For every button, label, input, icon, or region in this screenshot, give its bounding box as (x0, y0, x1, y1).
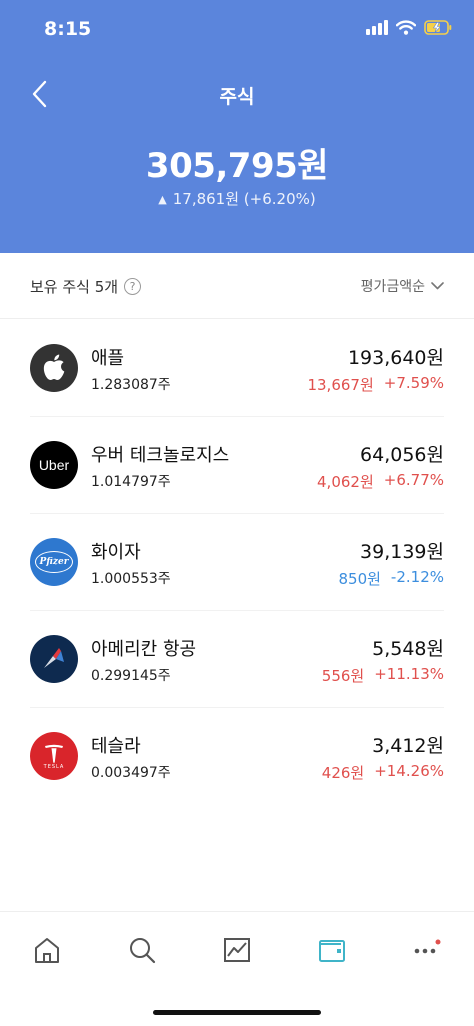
stock-name: 테슬라 (91, 736, 141, 757)
home-indicator (153, 1010, 321, 1015)
sort-dropdown[interactable]: 평가금액순 (361, 276, 444, 296)
uber-logo: Uber (30, 441, 78, 489)
stock-delta: 4,062원 +6.77% (317, 471, 444, 492)
tesla-logo-text: TESLA (43, 763, 65, 770)
stock-gain: 4,062원 (317, 473, 374, 491)
stock-value: 39,139원 (360, 541, 444, 563)
stock-row-uber[interactable]: Uber 우버 테크놀로지스 1.014797주 64,056원 4,062원 … (0, 417, 474, 514)
holdings-count-label: 보유 주식 5개 (30, 278, 119, 296)
more-icon (414, 939, 441, 954)
stock-rate: +14.26% (374, 762, 444, 780)
home-icon (35, 938, 59, 963)
holdings-bar: 보유 주식 5개 ? 평가금액순 (0, 253, 474, 319)
tab-bar (0, 911, 474, 987)
stock-shares: 0.003497주 (91, 765, 171, 781)
up-triangle-icon: ▲ (158, 193, 167, 206)
american-airlines-logo (30, 635, 78, 683)
stock-delta: 850원 -2.12% (338, 568, 444, 589)
stock-value: 193,640원 (347, 347, 444, 369)
battery-icon (424, 19, 452, 35)
stock-gain: 426원 (321, 764, 365, 782)
signal-icon (366, 19, 388, 35)
search-icon (130, 938, 156, 964)
stock-value: 5,548원 (372, 638, 444, 660)
notification-badge (435, 939, 441, 945)
stock-gain: 850원 (338, 570, 381, 588)
stock-delta: 556원 +11.13% (322, 665, 444, 686)
stock-row-tesla[interactable]: TESLA 테슬라 0.003497주 3,412원 426원 +14.26% (0, 708, 474, 805)
tab-search[interactable] (122, 932, 162, 968)
stock-row-apple[interactable]: 애플 1.283087주 193,640원 13,667원 +7.59% (0, 320, 474, 417)
stock-rate: +6.77% (383, 471, 444, 489)
stock-name: 아메리칸 항공 (91, 639, 197, 660)
tab-more[interactable] (407, 932, 447, 968)
stock-delta: 426원 +14.26% (322, 762, 444, 783)
tesla-logo: TESLA (30, 732, 78, 780)
chart-icon (224, 938, 250, 962)
stock-rate: +7.59% (383, 374, 444, 392)
wallet-icon (319, 940, 345, 962)
page-title: 주식 (219, 86, 255, 108)
stock-rate: -2.12% (390, 568, 444, 586)
pfizer-logo: Pfizer (30, 538, 78, 586)
stock-name: 화이자 (91, 542, 141, 563)
sort-label: 평가금액순 (360, 279, 425, 295)
pfizer-logo-text: Pfizer (39, 557, 69, 567)
wifi-icon (396, 19, 416, 35)
portfolio-total: 305,795원 (145, 146, 329, 186)
stock-rate: +11.13% (374, 665, 444, 683)
help-icon[interactable]: ? (124, 278, 142, 295)
stock-list: 애플 1.283087주 193,640원 13,667원 +7.59% Ube… (0, 320, 474, 805)
stock-name: 우버 테크놀로지스 (91, 445, 230, 466)
tab-home[interactable] (27, 932, 67, 968)
header: 8:15 주식 305,795원 ▲ 17,861원 (+6.20%) (0, 0, 474, 253)
uber-logo-text: Uber (38, 457, 70, 473)
status-icons (366, 19, 452, 35)
status-time: 8:15 (44, 18, 92, 40)
stock-gain: 556원 (321, 667, 365, 685)
status-bar: 8:15 (0, 0, 474, 60)
tab-wallet[interactable] (312, 932, 352, 968)
tab-chart[interactable] (217, 932, 257, 968)
stock-value: 3,412원 (372, 735, 444, 757)
stock-name: 애플 (91, 348, 125, 369)
portfolio-change-value: 17,861원 (+6.20%) (172, 190, 316, 208)
portfolio-change: ▲ 17,861원 (+6.20%) (0, 188, 474, 209)
stock-gain: 13,667원 (307, 376, 374, 394)
chevron-down-icon (431, 282, 444, 290)
stock-shares: 1.283087주 (91, 377, 171, 393)
stock-delta: 13,667원 +7.59% (307, 374, 444, 395)
holdings-title: 보유 주식 5개 ? (30, 276, 142, 297)
apple-logo (30, 344, 78, 392)
stock-value: 64,056원 (360, 444, 444, 466)
stock-row-pfizer[interactable]: Pfizer 화이자 1.000553주 39,139원 850원 -2.12% (0, 514, 474, 611)
stock-shares: 1.014797주 (91, 474, 171, 490)
stock-row-american-airlines[interactable]: 아메리칸 항공 0.299145주 5,548원 556원 +11.13% (0, 611, 474, 708)
stock-shares: 0.299145주 (91, 668, 171, 684)
stock-shares: 1.000553주 (91, 571, 171, 587)
